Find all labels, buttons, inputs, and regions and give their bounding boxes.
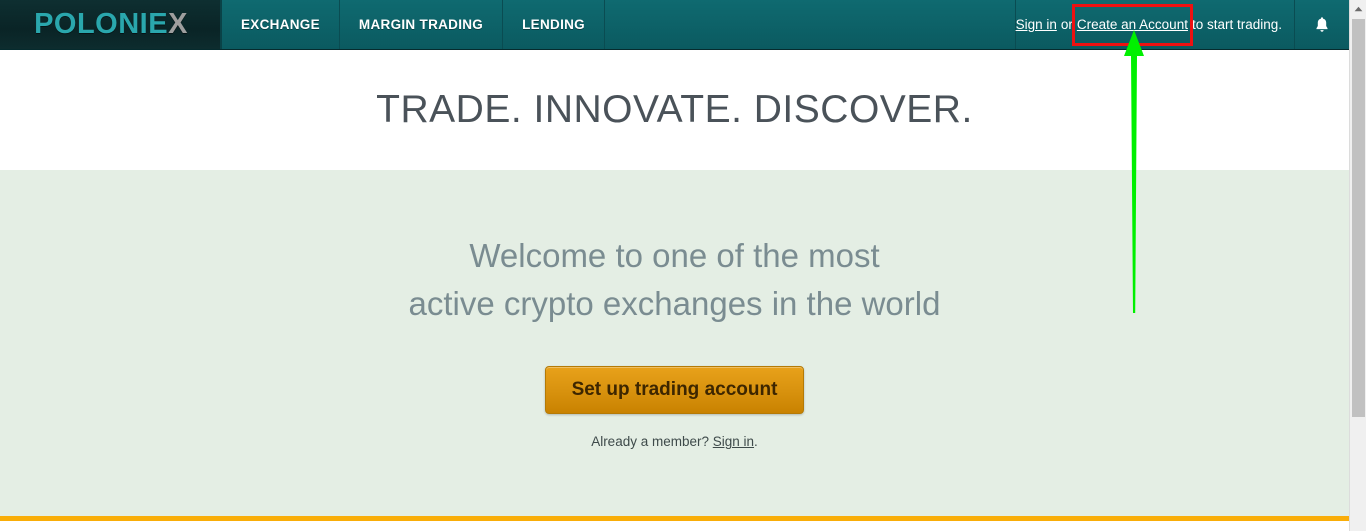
scrollbar-thumb[interactable] bbox=[1352, 19, 1365, 417]
already-member-label: Already a member? bbox=[591, 434, 709, 450]
poloniex-logo[interactable]: POLONIEX bbox=[0, 0, 222, 49]
set-up-trading-account-button[interactable]: Set up trading account bbox=[544, 366, 805, 415]
already-member-line: Already a member? Sign in. bbox=[0, 434, 1349, 449]
page-viewport: POLONIEX EXCHANGE MARGIN TRADING LENDING… bbox=[0, 0, 1349, 531]
welcome-heading: Welcome to one of the most active crypto… bbox=[0, 232, 1349, 328]
vertical-scrollbar[interactable] bbox=[1349, 0, 1366, 531]
auth-prompt-suffix: to start trading. bbox=[1191, 17, 1282, 32]
scroll-up-button[interactable] bbox=[1350, 0, 1366, 17]
logo-main-text: POLONIE bbox=[34, 8, 169, 40]
welcome-line-1: Welcome to one of the most bbox=[469, 237, 880, 274]
welcome-line-2: active crypto exchanges in the world bbox=[408, 285, 941, 323]
bell-icon bbox=[1316, 16, 1328, 32]
auth-prompt: Sign in or Create an Account to start tradi… bbox=[1016, 0, 1294, 49]
nav-item-margin-trading[interactable]: MARGIN TRADING bbox=[340, 0, 504, 49]
cta-container: Set up trading account bbox=[0, 366, 1349, 415]
nav-spacer bbox=[605, 0, 1016, 49]
page-title: TRADE. INNOVATE. DISCOVER. bbox=[376, 88, 973, 131]
notifications-button[interactable] bbox=[1294, 0, 1349, 49]
hero-section: TRADE. INNOVATE. DISCOVER. bbox=[0, 50, 1349, 170]
scroll-up-arrow-icon bbox=[1354, 6, 1362, 11]
nav-item-exchange[interactable]: EXCHANGE bbox=[222, 0, 340, 49]
welcome-section: Welcome to one of the most active crypto… bbox=[0, 170, 1349, 516]
nav-item-lending[interactable]: LENDING bbox=[503, 0, 605, 49]
logo-text: POLONIEX bbox=[34, 10, 188, 39]
member-sign-in-link[interactable]: Sign in bbox=[713, 434, 754, 449]
auth-prompt-or: or bbox=[1060, 17, 1073, 32]
footer-strip bbox=[0, 521, 1349, 531]
sign-in-link[interactable]: Sign in bbox=[1016, 17, 1057, 32]
logo-accent-text: X bbox=[168, 8, 188, 40]
member-period: . bbox=[754, 434, 758, 450]
create-account-link[interactable]: Create an Account bbox=[1077, 17, 1188, 32]
top-navigation-bar: POLONIEX EXCHANGE MARGIN TRADING LENDING… bbox=[0, 0, 1349, 50]
